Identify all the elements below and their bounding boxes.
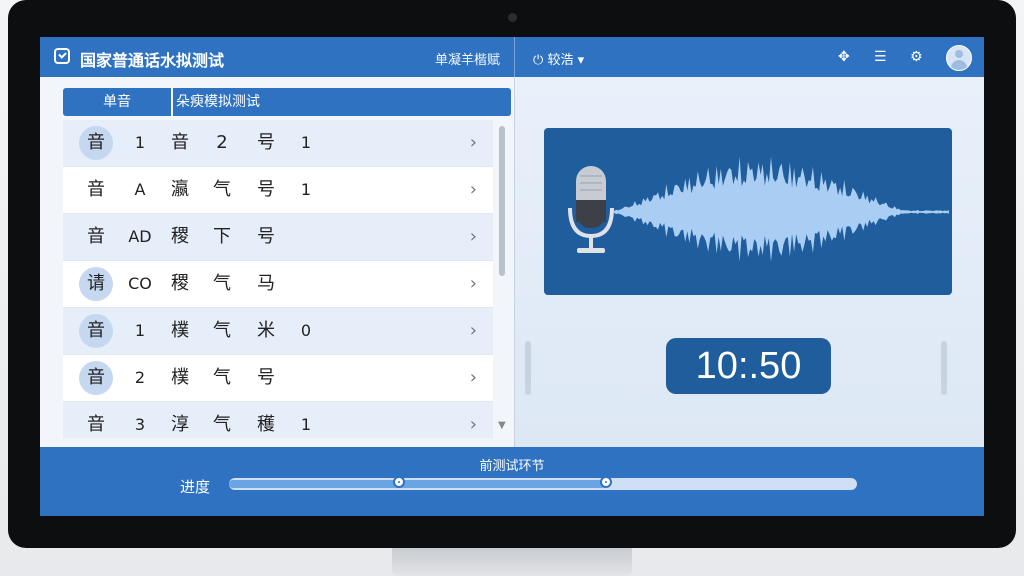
progress-fill [229, 480, 606, 488]
row-cell: 1 [134, 321, 146, 340]
waveform-card [544, 128, 952, 295]
chevron-right-icon: › [469, 367, 477, 388]
row-cell: 1 [134, 133, 146, 152]
chevron-right-icon: › [469, 414, 477, 435]
monitor-stand [392, 548, 632, 576]
power-icon: ⏻ [533, 53, 544, 68]
list-item[interactable]: 音 AD 稷 下 号 › [63, 214, 493, 261]
scrollbar-thumb[interactable] [499, 126, 505, 276]
progress-marker[interactable] [392, 476, 405, 488]
scrollbar[interactable]: ▼ [497, 120, 507, 435]
title-bar: 国家普通话水拟测试 单凝羊楷赋 ⏻ 较浩 ▾ ✥ ☰ ⚙ [40, 37, 984, 77]
row-cell: 马 [257, 273, 275, 294]
stage-title: 前测试环节 [479, 459, 545, 474]
row-cell: 穫 [257, 414, 275, 435]
row-cell: 稷 [171, 226, 189, 247]
progress-marker[interactable] [599, 476, 612, 488]
row-cell [291, 355, 321, 401]
row-cell: 气 [213, 179, 231, 200]
row-cell: 号 [257, 179, 275, 200]
waveform-graphic [568, 156, 949, 262]
app-window: 国家普通话水拟测试 单凝羊楷赋 ⏻ 较浩 ▾ ✥ ☰ ⚙ 单音 朵瘐模拟测试 音… [40, 37, 984, 516]
list-item[interactable]: 音 1 樸 气 米 0 › [63, 308, 493, 355]
row-cell [291, 261, 321, 307]
row-character: 请 [77, 261, 115, 307]
row-cell: 2 [134, 368, 146, 387]
row-character: 音 [87, 414, 105, 435]
row-cell: 气 [213, 414, 231, 435]
footer-bar: 前测试环节 进度 [40, 447, 984, 516]
row-cell: 瀛 [171, 179, 189, 200]
title-divider [514, 37, 515, 77]
row-cell: AD [128, 227, 152, 246]
chevron-right-icon: › [469, 226, 477, 247]
row-cell: 号 [257, 132, 275, 153]
chevron-down-icon: ▾ [577, 53, 585, 68]
row-cell: CO [128, 274, 152, 293]
waveform-path [614, 156, 949, 262]
mode-selector[interactable]: 单凝羊楷赋 [435, 49, 500, 68]
list-item[interactable]: 音 A 瀛 气 号 1 › [63, 167, 493, 214]
settings-icon[interactable]: ⚙ [910, 49, 923, 65]
row-cell [291, 214, 321, 260]
row-cell: 0 [300, 321, 312, 340]
progress-label: 进度 [180, 478, 211, 496]
item-list: 音 1 音 2 号 1 › 音 A 瀛气号 1 › 音 AD 稷下号 › 请 CO 稷气马 › 音 1 樸气米 0 › 音 2 樸气号… [63, 120, 493, 438]
row-cell: 下 [213, 226, 231, 247]
level-bar-left [525, 341, 531, 395]
row-cell: 音 [171, 132, 189, 153]
row-cell: A [134, 180, 146, 199]
row-character: 音 [77, 308, 115, 354]
app-title: 国家普通话水拟测试 [80, 51, 225, 70]
webcam [508, 13, 517, 22]
tab-mock-test[interactable]: 朵瘐模拟测试 [173, 88, 511, 116]
row-cell: 号 [257, 226, 275, 247]
row-cell: 樸 [171, 367, 189, 388]
list-icon[interactable]: ☰ [874, 49, 887, 65]
chevron-right-icon: › [469, 320, 477, 341]
row-cell: 淳 [171, 414, 189, 435]
row-cell: 3 [134, 415, 146, 434]
user-menu[interactable]: ⏻ 较浩 ▾ [533, 49, 584, 68]
row-cell: 稷 [171, 273, 189, 294]
row-cell: 樸 [171, 320, 189, 341]
timer-display: 10:.50 [666, 338, 831, 394]
row-character: 音 [87, 179, 105, 200]
list-item[interactable]: 请 CO 稷 气 马 › [63, 261, 493, 308]
row-cell: 米 [257, 320, 275, 341]
item-panel: 单音 朵瘐模拟测试 音 1 音 2 号 1 › 音 A 瀛气号 1 › 音 AD 稷下号 › 请 CO 稷气马 › 音 1… [40, 77, 514, 447]
row-cell: 气 [213, 273, 231, 294]
chevron-right-icon: › [469, 179, 477, 200]
row-cell: 2 [216, 132, 228, 153]
recording-panel: 10:.50 [515, 77, 984, 447]
tab-bar: 单音 朵瘐模拟测试 [63, 88, 511, 116]
row-character: 音 [77, 355, 115, 401]
scroll-down-arrow-icon[interactable]: ▼ [498, 420, 506, 431]
app-logo-icon [54, 48, 70, 64]
row-character: 音 [87, 226, 105, 247]
list-item[interactable]: 音 3 淳 气 穫 1 › [63, 402, 493, 438]
avatar[interactable] [946, 45, 972, 71]
microphone-icon [568, 166, 614, 253]
row-cell: 1 [300, 133, 312, 152]
list-item[interactable]: 音 1 音 2 号 1 › [63, 120, 493, 167]
row-cell: 1 [300, 180, 312, 199]
row-cell: 气 [213, 320, 231, 341]
row-cell: 1 [300, 415, 312, 434]
user-menu-label: 较浩 [547, 53, 574, 68]
row-cell: 气 [213, 367, 231, 388]
move-icon[interactable]: ✥ [838, 49, 850, 65]
progress-bar[interactable] [229, 476, 857, 490]
level-bar-right [941, 341, 947, 395]
tab-single[interactable]: 单音 [63, 88, 171, 116]
list-item[interactable]: 音 2 樸 气 号 › [63, 355, 493, 402]
row-cell: 号 [257, 367, 275, 388]
chevron-right-icon: › [469, 132, 477, 153]
row-character: 音 [77, 120, 115, 166]
chevron-right-icon: › [469, 273, 477, 294]
